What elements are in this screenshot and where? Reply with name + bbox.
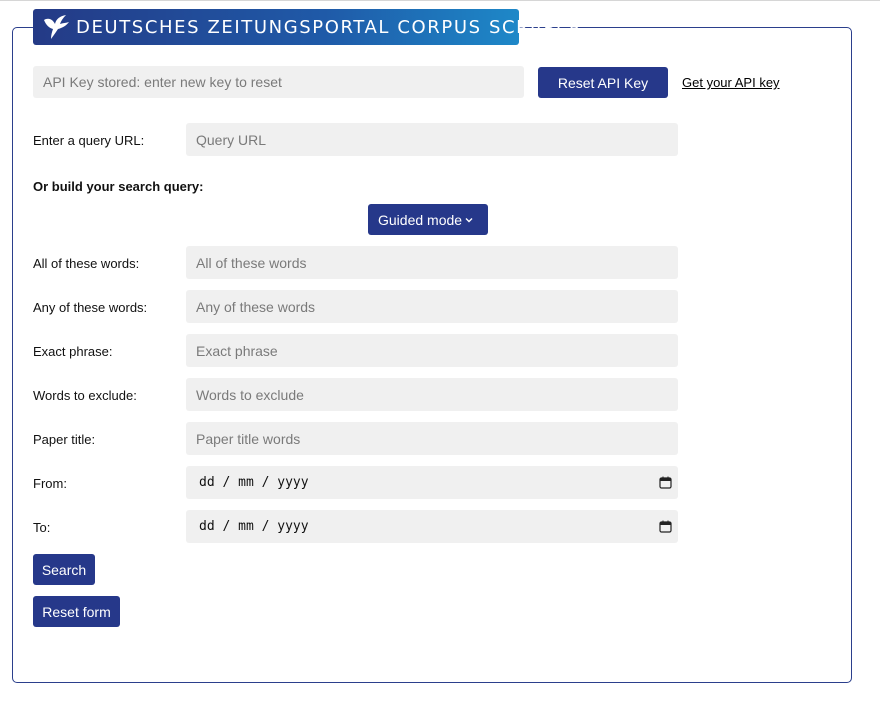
top-divider [0, 0, 880, 1]
exclude-words-label: Words to exclude: [33, 388, 137, 403]
all-words-label: All of these words: [33, 256, 140, 271]
to-date-input[interactable]: dd / mm / yyyy [186, 510, 678, 543]
banner: DEUTSCHES ZEITUNGSPORTAL CORPUS SCRAPER [33, 9, 581, 45]
from-date-label: From: [33, 476, 67, 491]
from-date-value: dd / mm / yyyy [199, 475, 309, 490]
chevron-down-icon [465, 217, 473, 223]
paper-title-label: Paper title: [33, 432, 96, 447]
to-date-label: To: [33, 520, 51, 535]
exact-phrase-label: Exact phrase: [33, 344, 113, 359]
calendar-icon[interactable] [658, 520, 672, 534]
reset-form-button[interactable]: Reset form [33, 596, 120, 627]
build-query-heading: Or build your search query: [33, 179, 204, 194]
api-key-input[interactable] [33, 66, 524, 98]
to-date-value: dd / mm / yyyy [199, 519, 309, 534]
from-date-input[interactable]: dd / mm / yyyy [186, 466, 678, 499]
any-words-input[interactable] [186, 290, 678, 323]
query-url-label: Enter a query URL: [33, 133, 145, 148]
search-button[interactable]: Search [33, 554, 95, 585]
get-api-key-link[interactable]: Get your API key [682, 75, 780, 90]
reset-api-key-button[interactable]: Reset API Key [538, 67, 668, 98]
paper-title-input[interactable] [186, 422, 678, 455]
exclude-words-input[interactable] [186, 378, 678, 411]
all-words-input[interactable] [186, 246, 678, 279]
dove-icon [42, 13, 70, 41]
banner-title: DEUTSCHES ZEITUNGSPORTAL CORPUS SCRAPER [76, 16, 583, 38]
exact-phrase-input[interactable] [186, 334, 678, 367]
mode-select-value: Guided mode [378, 211, 463, 228]
query-url-input[interactable] [186, 123, 678, 156]
mode-select[interactable]: Guided mode [368, 204, 488, 235]
calendar-icon[interactable] [658, 476, 672, 490]
any-words-label: Any of these words: [33, 300, 148, 315]
